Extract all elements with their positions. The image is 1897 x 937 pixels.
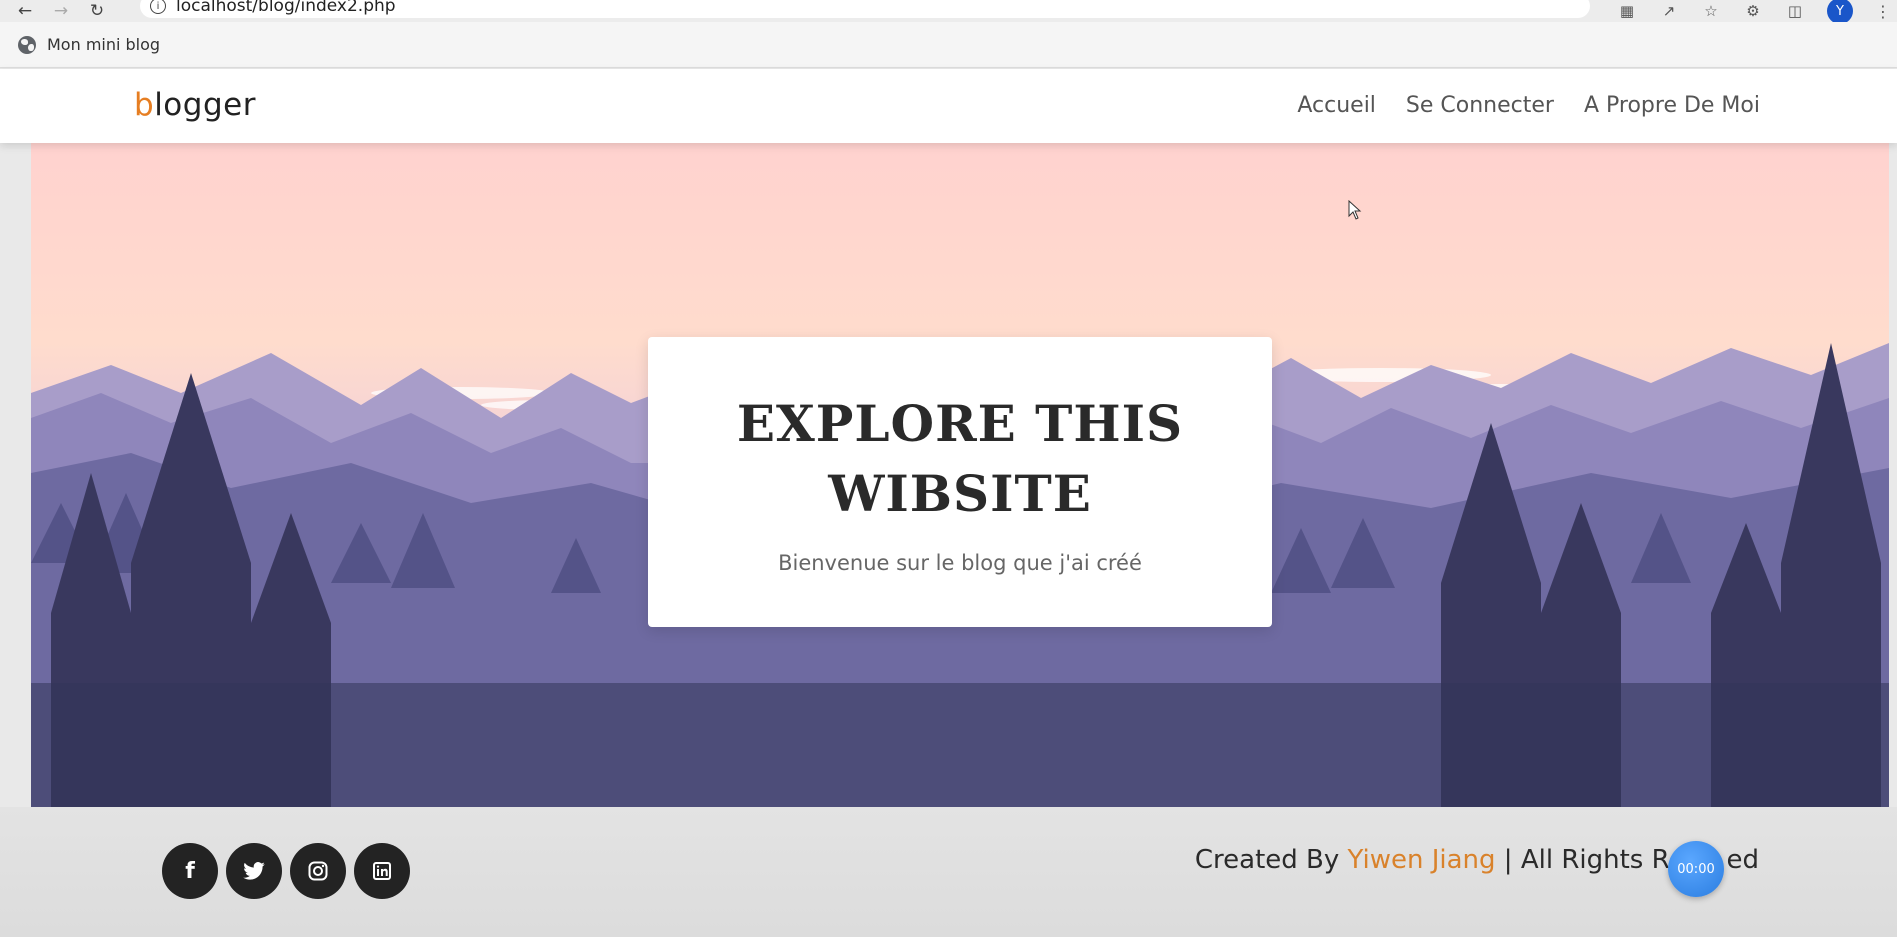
extensions-icon[interactable]: ⚙ bbox=[1743, 1, 1763, 21]
instagram-icon[interactable] bbox=[290, 843, 346, 899]
linkedin-icon[interactable] bbox=[354, 843, 410, 899]
browser-menu-icon[interactable]: ⋮ bbox=[1875, 2, 1891, 21]
bookmark-item[interactable]: Mon mini blog bbox=[18, 35, 160, 54]
site-logo[interactable]: blogger bbox=[134, 87, 256, 123]
site-info-icon[interactable]: i bbox=[150, 0, 166, 14]
credit-suffix: | All Rights Re bbox=[1495, 845, 1685, 875]
mouse-cursor-icon bbox=[1348, 200, 1362, 220]
hero-title-line-1: EXPLORE THIS bbox=[736, 394, 1184, 453]
bookmark-label: Mon mini blog bbox=[47, 35, 161, 54]
credit-prefix: Created By bbox=[1194, 845, 1348, 875]
profile-avatar[interactable]: Y bbox=[1827, 0, 1853, 24]
side-panel-icon[interactable]: ◫ bbox=[1785, 1, 1805, 21]
share-icon[interactable]: ↗ bbox=[1659, 1, 1679, 21]
nav-accueil[interactable]: Accueil bbox=[1297, 93, 1376, 118]
hero-title: EXPLORE THIS WIBSITE bbox=[648, 389, 1272, 529]
credit-tail: ed bbox=[1726, 845, 1760, 875]
credit-author[interactable]: Yiwen Jiang bbox=[1348, 845, 1496, 875]
bookmarks-bar: Mon mini blog bbox=[0, 22, 1897, 68]
hero-subtitle: Bienvenue sur le blog que j'ai créé bbox=[778, 551, 1142, 575]
address-bar[interactable]: i localhost/blog/index2.php bbox=[140, 0, 1590, 18]
back-icon[interactable]: ← bbox=[14, 0, 36, 22]
globe-icon bbox=[18, 35, 36, 54]
hero-card: EXPLORE THIS WIBSITE Bienvenue sur le bl… bbox=[648, 337, 1272, 627]
nav-se-connecter[interactable]: Se Connecter bbox=[1406, 93, 1554, 118]
logo-text: logger bbox=[154, 87, 256, 123]
social-links: f bbox=[162, 843, 410, 899]
twitter-icon[interactable] bbox=[226, 843, 282, 899]
browser-toolbar: ← → ↻ i localhost/blog/index2.php ▦ ↗ ☆ … bbox=[0, 0, 1897, 24]
logo-accent-letter: b bbox=[134, 87, 155, 123]
url-text: localhost/blog/index2.php bbox=[176, 0, 396, 16]
bookmark-star-icon[interactable]: ☆ bbox=[1701, 1, 1721, 21]
hero-title-line-2: WIBSITE bbox=[828, 464, 1092, 523]
site-footer: f Created By Yiwen Jiang | All Rights Re… bbox=[0, 807, 1897, 937]
recording-timer-badge[interactable]: 00:00 bbox=[1668, 841, 1724, 897]
nav-about[interactable]: A Propre De Moi bbox=[1584, 93, 1760, 118]
site-header: blogger Accueil Se Connecter A Propre De… bbox=[0, 69, 1897, 143]
forward-icon[interactable]: → bbox=[50, 0, 72, 22]
hero-banner: EXPLORE THIS WIBSITE Bienvenue sur le bl… bbox=[31, 143, 1889, 807]
main-nav: Accueil Se Connecter A Propre De Moi bbox=[1297, 93, 1760, 118]
facebook-icon[interactable]: f bbox=[162, 843, 218, 899]
translate-icon[interactable]: ▦ bbox=[1617, 1, 1637, 21]
reload-icon[interactable]: ↻ bbox=[86, 0, 108, 22]
